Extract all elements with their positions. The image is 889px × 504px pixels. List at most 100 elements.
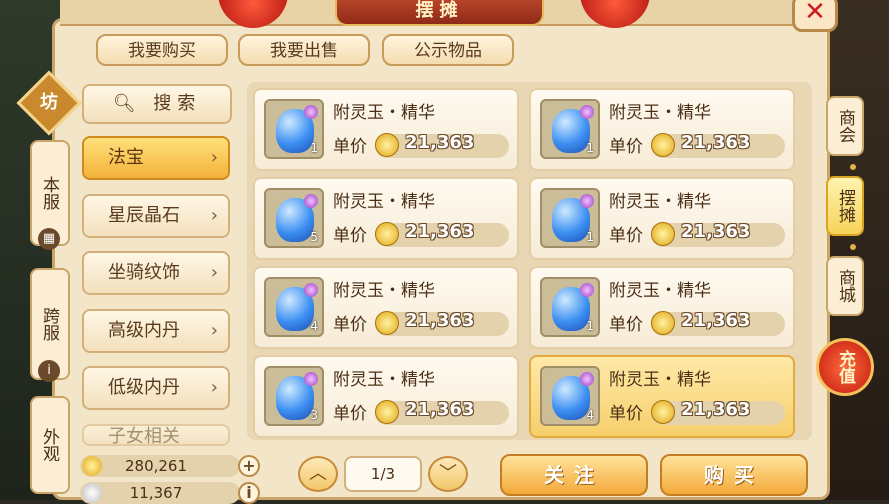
category-item[interactable]: 星辰晶石 › bbox=[82, 194, 230, 238]
item-price: 21,363 bbox=[681, 132, 751, 153]
category-label: 法宝 bbox=[108, 147, 144, 168]
orb-icon bbox=[304, 283, 318, 297]
page-title: 摆摊 bbox=[335, 0, 544, 26]
category-item[interactable]: 坐骑纹饰 › bbox=[82, 251, 230, 295]
orb-icon bbox=[580, 283, 594, 297]
silver-info-button[interactable]: i bbox=[238, 482, 260, 504]
category-label: 子女相关 bbox=[108, 426, 180, 446]
market-emblem-label: 坊 bbox=[40, 92, 58, 113]
tab-buy[interactable]: 我要购买 bbox=[96, 34, 228, 66]
category-item[interactable]: 子女相关 bbox=[82, 424, 230, 446]
item-quantity: 4 bbox=[310, 319, 318, 333]
category-item[interactable]: 法宝 › bbox=[82, 136, 230, 180]
item-icon: 1 bbox=[540, 188, 600, 248]
price-label: 单价 bbox=[333, 137, 367, 157]
item-price: 21,363 bbox=[405, 310, 475, 331]
item-icon: 4 bbox=[264, 277, 324, 337]
category-item[interactable]: 高级内丹 › bbox=[82, 309, 230, 353]
orb-icon bbox=[304, 372, 318, 386]
background-right bbox=[826, 0, 889, 500]
search-label: 搜索 bbox=[153, 93, 202, 114]
tab-public-items[interactable]: 公示物品 bbox=[382, 34, 514, 66]
coin-icon bbox=[651, 400, 675, 424]
add-gold-button[interactable]: + bbox=[238, 455, 260, 477]
item-icon: 4 bbox=[540, 366, 600, 426]
silver-coin-icon bbox=[82, 483, 102, 503]
item-price: 21,363 bbox=[405, 399, 475, 420]
coin-icon bbox=[375, 222, 399, 246]
tab-guild-shop[interactable]: 商会 bbox=[826, 96, 864, 156]
orb-icon bbox=[580, 372, 594, 386]
listing-card[interactable]: 1 附灵玉・精华 单价 21,363 bbox=[529, 266, 795, 349]
chevron-right-icon: › bbox=[210, 262, 218, 283]
plus-icon: + bbox=[242, 456, 256, 475]
buy-button[interactable]: 购买 bbox=[660, 454, 808, 496]
listing-card[interactable]: 1 附灵玉・精华 单价 21,363 bbox=[529, 88, 795, 171]
orb-icon bbox=[580, 105, 594, 119]
coin-icon bbox=[651, 222, 675, 246]
coin-icon bbox=[651, 133, 675, 157]
price-label: 单价 bbox=[609, 137, 643, 157]
grid-icon: ▦ bbox=[38, 228, 60, 250]
item-name: 附灵玉・精华 bbox=[609, 370, 711, 390]
chevron-down-icon: ﹀ bbox=[439, 463, 457, 484]
listing-card-selected[interactable]: 4 附灵玉・精华 单价 21,363 bbox=[529, 355, 795, 438]
listing-card[interactable]: 5 附灵玉・精华 单价 21,363 bbox=[253, 177, 519, 260]
follow-button[interactable]: 关注 bbox=[500, 454, 648, 496]
item-icon: 1 bbox=[264, 99, 324, 159]
tab-appearance-label: 外观 bbox=[39, 428, 59, 462]
item-quantity: 4 bbox=[586, 408, 594, 422]
recharge-button[interactable]: 充值 bbox=[816, 338, 874, 396]
chevron-right-icon: › bbox=[210, 205, 218, 226]
page-down-button[interactable]: ﹀ bbox=[428, 456, 468, 492]
item-name: 附灵玉・精华 bbox=[333, 103, 435, 123]
category-item[interactable]: 低级内丹 › bbox=[82, 366, 230, 410]
price-label: 单价 bbox=[609, 404, 643, 424]
search-button[interactable]: 🔍︎ 搜索 bbox=[82, 84, 232, 124]
item-price: 21,363 bbox=[405, 221, 475, 242]
item-name: 附灵玉・精华 bbox=[609, 103, 711, 123]
page-up-button[interactable]: ︿ bbox=[298, 456, 338, 492]
search-icon: 🔍︎ bbox=[112, 93, 142, 114]
tab-stall[interactable]: 摆摊 bbox=[826, 176, 864, 236]
price-label: 单价 bbox=[609, 226, 643, 246]
price-label: 单价 bbox=[333, 315, 367, 335]
gold-balance: 280,261 bbox=[124, 457, 188, 475]
gold-coin-icon bbox=[82, 456, 102, 476]
tab-mall[interactable]: 商城 bbox=[826, 256, 864, 316]
category-label: 高级内丹 bbox=[108, 320, 180, 341]
info-icon: i bbox=[38, 360, 60, 382]
listing-card[interactable]: 4 附灵玉・精华 单价 21,363 bbox=[253, 266, 519, 349]
item-name: 附灵玉・精华 bbox=[333, 370, 435, 390]
price-label: 单价 bbox=[333, 404, 367, 424]
item-quantity: 1 bbox=[586, 230, 594, 244]
chevron-right-icon: › bbox=[210, 147, 218, 168]
category-label: 低级内丹 bbox=[108, 377, 180, 398]
price-label: 单价 bbox=[333, 226, 367, 246]
item-name: 附灵玉・精华 bbox=[609, 281, 711, 301]
orb-icon bbox=[580, 194, 594, 208]
silver-balance: 11,367 bbox=[129, 484, 183, 502]
item-price: 21,363 bbox=[405, 132, 475, 153]
item-icon: 3 bbox=[264, 366, 324, 426]
listing-card[interactable]: 1 附灵玉・精华 单价 21,363 bbox=[529, 177, 795, 260]
item-quantity: 1 bbox=[586, 319, 594, 333]
coin-icon bbox=[375, 133, 399, 157]
coin-icon bbox=[375, 311, 399, 335]
tab-appearance[interactable]: 外观 bbox=[30, 396, 70, 494]
item-icon: 5 bbox=[264, 188, 324, 248]
listing-card[interactable]: 1 附灵玉・精华 单价 21,363 bbox=[253, 88, 519, 171]
category-label: 星辰晶石 bbox=[108, 205, 180, 226]
divider-dot bbox=[850, 244, 856, 250]
item-quantity: 5 bbox=[310, 230, 318, 244]
item-name: 附灵玉・精华 bbox=[333, 281, 435, 301]
tab-stall-label: 摆摊 bbox=[835, 189, 855, 223]
page-indicator: 1/3 bbox=[344, 456, 422, 492]
close-button[interactable]: ✕ bbox=[792, 0, 838, 32]
tab-mall-label: 商城 bbox=[835, 269, 855, 303]
tab-sell[interactable]: 我要出售 bbox=[238, 34, 370, 66]
listing-card[interactable]: 3 附灵玉・精华 单价 21,363 bbox=[253, 355, 519, 438]
item-quantity: 1 bbox=[586, 141, 594, 155]
info-icon: i bbox=[246, 483, 252, 502]
item-price: 21,363 bbox=[681, 399, 751, 420]
